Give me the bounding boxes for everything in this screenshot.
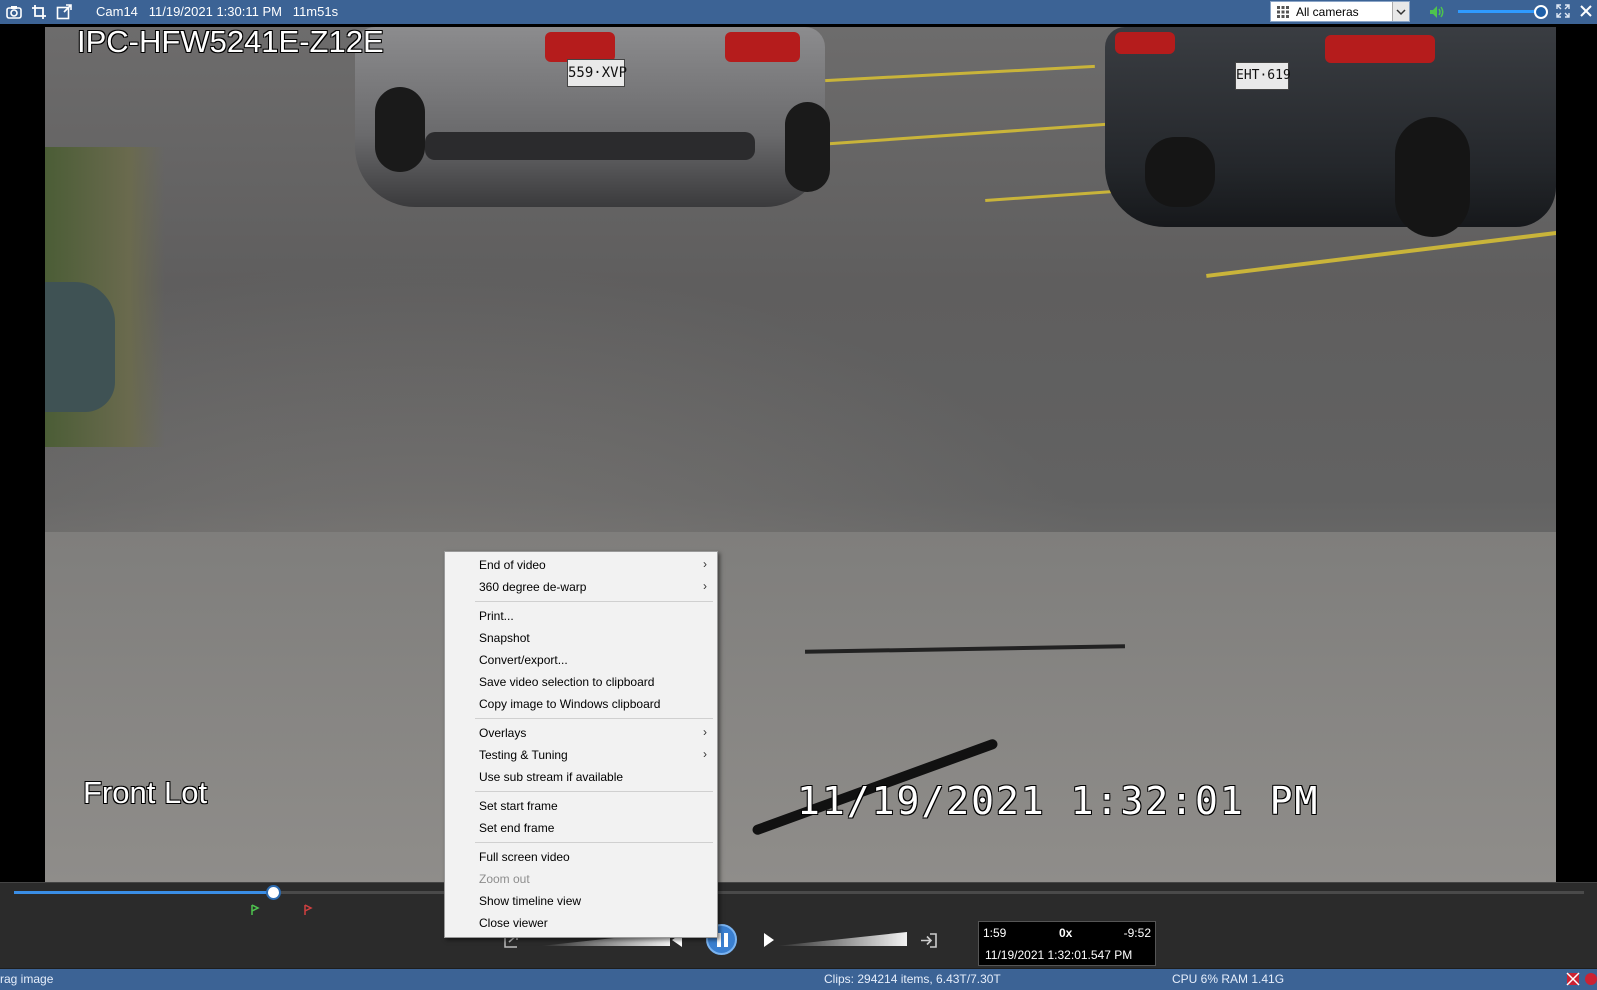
menu-item-print[interactable]: Print... [445, 605, 717, 627]
flag-icon[interactable] [1566, 972, 1580, 986]
parking-line [825, 121, 1125, 146]
parking-line [825, 64, 1095, 83]
timestamp-overlay: 11/19/2021 1:32:01 PM [797, 779, 1320, 823]
parking-line [1206, 230, 1556, 278]
playback-speed: 0x [1059, 926, 1073, 940]
menu-item-label: End of video [479, 558, 546, 572]
video-frame[interactable]: 559·XVP EHT·619 IPC-HFW5241E-Z12E Front … [45, 27, 1556, 883]
close-icon[interactable] [1578, 3, 1594, 19]
menu-item-testing-tuning[interactable]: Testing & Tuning › [445, 744, 717, 766]
speaker-icon[interactable] [1428, 3, 1446, 21]
menu-item-zoom-out: Zoom out [445, 868, 717, 890]
tail-light [725, 32, 800, 62]
clips-status: Clips: 294214 items, 6.43T/7.30T [824, 972, 1001, 986]
chevron-right-icon: › [703, 725, 707, 739]
camera-model-overlay: IPC-HFW5241E-Z12E [77, 27, 384, 59]
menu-item-label: Show timeline view [479, 894, 582, 908]
remaining-time: -9:52 [1123, 926, 1151, 940]
license-plate: 559·XVP [567, 59, 627, 87]
menu-item-use-sub-stream-if-available[interactable]: Use sub stream if available [445, 766, 717, 788]
context-menu: End of video › 360 degree de-warp › Print...… [444, 551, 718, 938]
timeline-scrubber[interactable] [266, 885, 282, 900]
menu-item-label: Full screen video [479, 850, 570, 864]
camera-icon[interactable] [6, 4, 22, 20]
license-plate: EHT·619 [1235, 62, 1291, 90]
menu-separator [475, 842, 713, 843]
menu-item-label: 360 degree de-warp [479, 580, 587, 594]
menu-separator [475, 718, 713, 719]
pavement-edge [45, 532, 1556, 883]
menu-item-label: Testing & Tuning [479, 748, 568, 762]
menu-item-show-timeline-view[interactable]: Show timeline view [445, 890, 717, 912]
menu-item-set-start-frame[interactable]: Set start frame [445, 795, 717, 817]
menu-item-label: Use sub stream if available [479, 770, 624, 784]
menu-item-close-viewer[interactable]: Close viewer [445, 912, 717, 934]
menu-item-overlays[interactable]: Overlays › [445, 722, 717, 744]
fullscreen-icon[interactable] [1555, 3, 1571, 19]
cpu-ram-status: CPU 6% RAM 1.41G [1172, 972, 1285, 986]
volume-slider-knob[interactable] [1534, 5, 1548, 19]
title-bar: Cam14 11/19/2021 1:30:11 PM 11m51s All c… [0, 0, 1597, 24]
menu-separator [475, 601, 713, 602]
popout-icon[interactable] [56, 4, 72, 20]
menu-item-label: Overlays [479, 726, 527, 740]
tail-light [545, 32, 615, 62]
timeline-progress [14, 891, 274, 894]
volume-slider[interactable] [1458, 10, 1543, 13]
menu-item-save-video-selection-to-clipboard[interactable]: Save video selection to clipboard [445, 671, 717, 693]
status-hint: rag image [0, 972, 54, 986]
menu-item-label: Print... [479, 609, 514, 623]
tail-light [1325, 35, 1435, 63]
grid-icon [1277, 6, 1289, 18]
window-title: Cam14 11/19/2021 1:30:11 PM 11m51s [96, 4, 339, 19]
playback-datetime: 11/19/2021 1:32:01.547 PM [985, 948, 1133, 962]
playback-controls [0, 882, 1597, 968]
menu-separator [475, 791, 713, 792]
location-overlay: Front Lot [83, 775, 208, 810]
play-icon[interactable] [762, 932, 776, 948]
menu-item-convert-export[interactable]: Convert/export... [445, 649, 717, 671]
chevron-down-icon[interactable] [1392, 2, 1409, 21]
menu-item-label: Set start frame [479, 799, 558, 813]
menu-item-snapshot[interactable]: Snapshot [445, 627, 717, 649]
menu-item-set-end-frame[interactable]: Set end frame [445, 817, 717, 839]
menu-item-label: Set end frame [479, 821, 555, 835]
menu-item-full-screen-video[interactable]: Full screen video [445, 846, 717, 868]
tire [1145, 137, 1215, 207]
menu-item-label: Close viewer [479, 916, 548, 930]
chevron-right-icon: › [703, 579, 707, 593]
end-marker-icon[interactable] [302, 904, 314, 916]
bumper [425, 132, 755, 160]
tire [1395, 117, 1470, 237]
menu-item-label: Copy image to Windows clipboard [479, 697, 661, 711]
menu-item-360-degree-de-warp[interactable]: 360 degree de-warp › [445, 576, 717, 598]
menu-item-label: Snapshot [479, 631, 530, 645]
camera-select[interactable]: All cameras [1270, 1, 1410, 22]
alert-icon[interactable] [1584, 972, 1597, 986]
silver-car: 559·XVP [355, 27, 830, 207]
sign-in-icon[interactable] [919, 932, 939, 949]
tire [375, 87, 425, 172]
tire [785, 102, 830, 192]
chevron-right-icon: › [703, 557, 707, 571]
chevron-right-icon: › [703, 747, 707, 761]
menu-item-end-of-video[interactable]: End of video › [445, 554, 717, 576]
status-bar: rag image Clips: 294214 items, 6.43T/7.3… [0, 969, 1597, 990]
start-marker-icon[interactable] [249, 904, 261, 916]
dark-suv: EHT·619 [1105, 27, 1556, 237]
playback-info: 1:59 0x -9:52 11/19/2021 1:32:01.547 PM [978, 921, 1156, 966]
camera-select-value: All cameras [1296, 5, 1359, 19]
elapsed-time: 1:59 [983, 926, 1007, 940]
menu-item-label: Convert/export... [479, 653, 568, 667]
menu-item-label: Zoom out [479, 872, 530, 886]
menu-item-copy-image-to-windows-clipboard[interactable]: Copy image to Windows clipboard [445, 693, 717, 715]
menu-item-label: Save video selection to clipboard [479, 675, 655, 689]
crop-icon[interactable] [31, 4, 47, 20]
tail-light [1115, 32, 1175, 54]
rock [45, 282, 115, 412]
